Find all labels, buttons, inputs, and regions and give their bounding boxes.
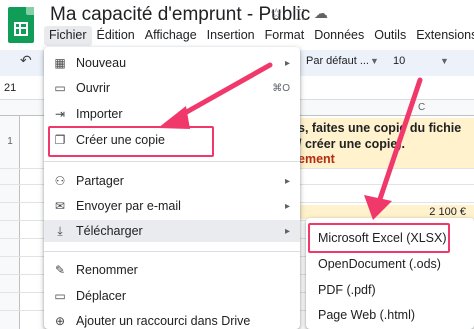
move-to-folder-icon[interactable]: ⬚ (292, 5, 305, 22)
menu-bar: Fichier Édition Affichage Insertion Form… (44, 26, 474, 46)
submenu-arrow-icon: ▸ (284, 200, 290, 212)
menu-item-partager[interactable]: ⚇ Partager ▸ (44, 170, 300, 192)
menu-edition[interactable]: Édition (92, 26, 140, 46)
folder-icon: ▭ (54, 81, 66, 95)
menu-item-ouvrir[interactable]: ▭ Ouvrir ⌘O (44, 77, 300, 99)
submenu-arrow-icon: ▸ (284, 57, 290, 69)
font-size-select[interactable]: 10 (393, 55, 405, 67)
import-icon: ⇥ (54, 107, 66, 121)
submenu-arrow-icon: ▸ (284, 175, 290, 187)
banner-text-line-1: s, faites une copie du fichie (298, 121, 462, 135)
menu-format[interactable]: Format (260, 26, 310, 46)
share-person-icon: ⚇ (54, 174, 66, 188)
menu-fichier[interactable]: Fichier (44, 26, 92, 46)
cloud-saved-icon[interactable]: ☁ (314, 5, 328, 22)
amount-value: 2 100 € (429, 206, 466, 218)
star-icon[interactable]: ☆ (270, 5, 283, 22)
column-header-c[interactable]: C (418, 102, 425, 113)
row-header-1[interactable]: 1 (0, 136, 20, 147)
undo-icon[interactable]: ↶ (20, 52, 32, 69)
highlight-box-creer-copie (48, 126, 214, 157)
menu-item-renommer[interactable]: ✎ Renommer (44, 259, 300, 281)
chevron-down-icon[interactable]: ▼ (440, 56, 449, 66)
drive-shortcut-icon: ⊕ (54, 314, 66, 328)
menu-extensions[interactable]: Extensions (411, 26, 474, 46)
menu-item-envoyer-par-email[interactable]: ✉ Envoyer par e-mail ▸ (44, 195, 300, 217)
move-folder-icon: ▭ (54, 289, 66, 303)
submenu-item-ods[interactable]: OpenDocument (.ods) (318, 257, 441, 271)
highlight-box-xlsx (308, 223, 450, 253)
submenu-item-html[interactable]: Page Web (.html) (318, 308, 415, 322)
menu-outils[interactable]: Outils (369, 26, 411, 46)
new-doc-icon: ▦ (54, 56, 66, 70)
download-icon: ⤓ (57, 223, 63, 238)
submenu-item-pdf[interactable]: PDF (.pdf) (318, 283, 376, 297)
menu-divider (44, 251, 300, 252)
rename-icon: ✎ (54, 263, 66, 277)
menu-affichage[interactable]: Affichage (140, 26, 202, 46)
menu-donnees[interactable]: Données (309, 26, 369, 46)
menu-divider (44, 161, 300, 162)
menu-item-ajouter-raccourci[interactable]: ⊕ Ajouter un raccourci dans Drive (44, 310, 300, 329)
menu-item-deplacer[interactable]: ▭ Déplacer (44, 285, 300, 307)
banner-text-line-2: / créer une copie). (298, 137, 405, 151)
menu-insertion[interactable]: Insertion (202, 26, 260, 46)
sheets-logo[interactable] (8, 7, 34, 43)
submenu-arrow-icon: ▸ (284, 225, 290, 237)
chevron-down-icon[interactable]: ▼ (370, 56, 379, 66)
menu-item-importer[interactable]: ⇥ Importer (44, 103, 300, 125)
cell-reference[interactable]: 21 (4, 82, 16, 94)
row-header-bar (0, 116, 20, 329)
menu-item-telecharger[interactable]: ⤓ Télécharger ▸ (44, 220, 300, 242)
shortcut-text: ⌘O (272, 82, 290, 94)
font-select[interactable]: Par défaut ... (306, 55, 369, 67)
email-icon: ✉ (54, 199, 66, 213)
menu-item-nouveau[interactable]: ▦ Nouveau ▸ (44, 52, 300, 74)
banner-text-line-3: ement (298, 152, 335, 166)
